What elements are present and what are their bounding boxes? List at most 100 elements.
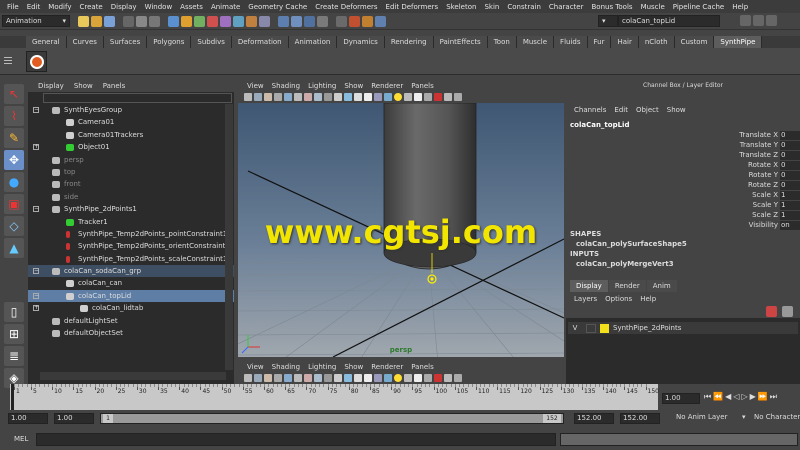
outliner-item[interactable]: defaultLightSet: [28, 315, 234, 327]
channel-menu-edit[interactable]: Edit: [610, 106, 632, 114]
menu-geometry-cache[interactable]: Geometry Cache: [244, 3, 311, 11]
channel-scale-z-field[interactable]: 1: [780, 211, 800, 220]
viewport-tool-10-icon[interactable]: [334, 93, 342, 101]
outliner-item[interactable]: SynthPipe_Temp2dPoints_orientConstraint1: [28, 240, 234, 252]
outliner-item[interactable]: − SynthPipe_2dPoints1: [28, 203, 234, 215]
time-slider[interactable]: 1 5 10 15 20 25 30 35 40 45 50 55 60 65 70 75 80 85 90 95 10…: [10, 384, 659, 410]
viewport-tool-20-icon[interactable]: [434, 93, 442, 101]
viewport-tool-8-icon[interactable]: [314, 374, 322, 382]
viewport-tool-21-icon[interactable]: [444, 93, 452, 101]
current-frame-field[interactable]: 1.00: [662, 393, 700, 404]
manipulator-tool-icon[interactable]: ◇: [4, 216, 24, 236]
input-node[interactable]: colaCan_polyMergeVert3: [576, 260, 674, 268]
character-set-dropdown[interactable]: No Character S: [752, 413, 800, 424]
range-slider-start-handle[interactable]: 1: [103, 414, 113, 423]
mask-icon[interactable]: [168, 15, 179, 27]
menu-skin[interactable]: Skin: [480, 3, 503, 11]
viewport-tool-12-icon[interactable]: [354, 93, 362, 101]
menu-create-deformers[interactable]: Create Deformers: [311, 3, 381, 11]
outliner-layout-icon[interactable]: ≣: [4, 346, 24, 366]
snap-grid-icon[interactable]: [278, 15, 289, 27]
channel-translate-z-field[interactable]: 0: [780, 151, 800, 160]
outliner-item[interactable]: Camera01Trackers: [28, 129, 234, 141]
viewport-bottom-menu-renderer[interactable]: Renderer: [367, 363, 407, 371]
mask-misc-icon[interactable]: [259, 15, 270, 27]
menu-bonus-tools[interactable]: Bonus Tools: [587, 3, 636, 11]
outliner-filter-input[interactable]: [43, 93, 232, 103]
menu-assets[interactable]: Assets: [176, 3, 207, 11]
layer-menu-layers[interactable]: Layers: [570, 295, 601, 303]
go-to-end-icon[interactable]: ⏭: [770, 392, 777, 402]
mask-render-icon[interactable]: [246, 15, 257, 27]
menu-character[interactable]: Character: [545, 3, 588, 11]
channel-visibility-field[interactable]: on: [780, 221, 800, 230]
menu-help[interactable]: Help: [728, 3, 752, 11]
snap-plane-icon[interactable]: [317, 15, 328, 27]
go-to-start-icon[interactable]: ⏮: [704, 392, 711, 402]
outliner-scrollbar[interactable]: [225, 104, 233, 370]
outliner-item[interactable]: SynthPipe_Temp2dPoints_scaleConstraint1: [28, 253, 234, 265]
playback-start-field[interactable]: 1.00: [54, 413, 94, 424]
viewport-tool-17-icon[interactable]: [404, 374, 412, 382]
outliner-hscrollbar[interactable]: [40, 372, 226, 380]
menu-modify[interactable]: Modify: [44, 3, 75, 11]
play-back-icon[interactable]: ◁: [733, 392, 739, 402]
viewport-tool-11-icon[interactable]: [344, 374, 352, 382]
viewport-tool-8-icon[interactable]: [314, 93, 322, 101]
mask-dynamics-icon[interactable]: [233, 15, 244, 27]
step-forward-icon[interactable]: ⏩: [758, 392, 768, 402]
shelf-tab-polygons[interactable]: Polygons: [147, 36, 192, 48]
shelf-tab-deformation[interactable]: Deformation: [231, 36, 289, 48]
viewport-menu-shading[interactable]: Shading: [268, 82, 304, 90]
layer-row[interactable]: V SynthPipe_2dPoints: [568, 322, 798, 334]
save-scene-icon[interactable]: [104, 15, 115, 27]
viewport-tool-5-icon[interactable]: [284, 93, 292, 101]
shelf-tab-muscle[interactable]: Muscle: [516, 36, 555, 48]
shelf-tab-general[interactable]: General: [26, 36, 67, 48]
channel-rotate-y-field[interactable]: 0: [780, 171, 800, 180]
collapse-icon[interactable]: −: [33, 268, 39, 275]
outliner-item[interactable]: SynthPipe_Temp2dPoints_pointConstraint1: [28, 228, 234, 240]
select-tool-icon[interactable]: ↖: [4, 84, 24, 104]
collapse-icon[interactable]: −: [33, 107, 39, 113]
scale-tool-icon[interactable]: ▣: [4, 194, 24, 214]
toggle-channel-box-icon[interactable]: [766, 15, 777, 26]
menu-skeleton[interactable]: Skeleton: [442, 3, 480, 11]
layer-visibility-toggle[interactable]: V: [568, 324, 582, 332]
select-component-icon[interactable]: [149, 15, 160, 27]
four-pane-layout-icon[interactable]: ⊞: [4, 324, 24, 344]
viewport-tool-14-icon[interactable]: [374, 374, 382, 382]
lasso-tool-icon[interactable]: ⌇: [4, 106, 24, 126]
shelf-tab-ncloth[interactable]: nCloth: [638, 36, 675, 48]
channel-scale-x-field[interactable]: 1: [780, 191, 800, 200]
outliner-item[interactable]: + colaCan_lidtab: [28, 302, 234, 314]
viewport-tool-20-icon[interactable]: [434, 374, 442, 382]
viewport-tool-5-icon[interactable]: [284, 374, 292, 382]
shelf-tab-fluids[interactable]: Fluids: [554, 36, 588, 48]
synthpipe-shelf-button[interactable]: [26, 51, 47, 72]
menu-create[interactable]: Create: [75, 3, 106, 11]
select-object-icon[interactable]: [136, 15, 147, 27]
mask-surfaces-icon[interactable]: [207, 15, 218, 27]
viewport-tool-17-icon[interactable]: [404, 93, 412, 101]
channel-translate-y-field[interactable]: 0: [780, 141, 800, 150]
expand-icon[interactable]: +: [33, 305, 39, 312]
viewport-tool-22-icon[interactable]: [454, 374, 462, 382]
menu-edit[interactable]: Edit: [23, 3, 45, 11]
anim-layer-dropdown[interactable]: No Anim Layer: [674, 413, 744, 424]
viewport-tool-6-icon[interactable]: [294, 93, 302, 101]
move-tool-icon[interactable]: ✥: [4, 150, 24, 170]
outliner-menu-display[interactable]: Display: [33, 82, 69, 90]
collapse-icon[interactable]: −: [33, 206, 39, 213]
viewport-tool-18-icon[interactable]: [414, 374, 422, 382]
shelf-menu-icon[interactable]: [4, 52, 14, 72]
layer-tab-anim[interactable]: Anim: [646, 280, 677, 292]
viewport-bottom-menu-show[interactable]: Show: [340, 363, 367, 371]
snap-point-icon[interactable]: [304, 15, 315, 27]
viewport-tool-1-icon[interactable]: [244, 93, 252, 101]
viewport-tool-14-icon[interactable]: [374, 93, 382, 101]
mask-deform-icon[interactable]: [220, 15, 231, 27]
playback-end-field[interactable]: 152.00: [574, 413, 614, 424]
outliner-item[interactable]: − colaCan_topLid: [28, 289, 234, 303]
menu-window[interactable]: Window: [141, 3, 177, 11]
